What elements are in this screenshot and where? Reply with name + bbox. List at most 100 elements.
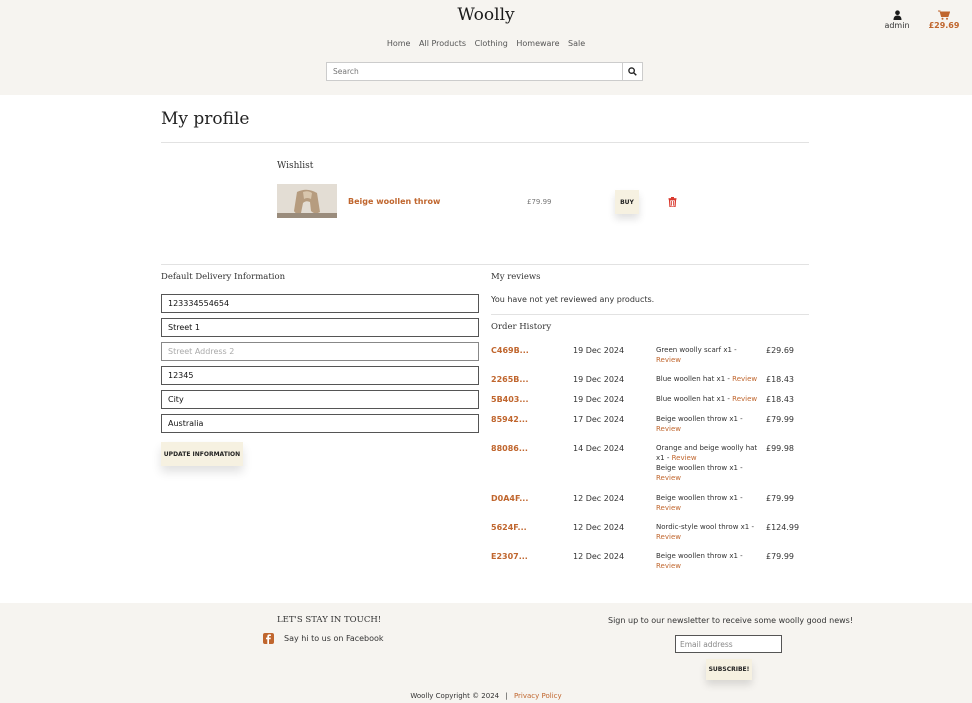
subscribe-button[interactable]: SUBSCRIBE! <box>706 659 752 680</box>
order-item-text: Blue woollen hat x1 - <box>656 375 730 383</box>
site-footer: LET'S STAY IN TOUCH! Say hi to us on Fac… <box>0 603 972 703</box>
order-date: 12 Dec 2024 <box>573 552 625 561</box>
cart-total: £29.69 <box>928 21 960 30</box>
order-items: Beige woollen throw x1 - Review <box>656 414 761 434</box>
divider <box>161 264 809 265</box>
order-number-link[interactable]: E2307... <box>491 552 528 561</box>
account-menu[interactable]: admin <box>878 8 916 30</box>
privacy-policy-link[interactable]: Privacy Policy <box>514 692 562 700</box>
throw-product-image <box>277 184 337 218</box>
search-icon <box>628 67 637 76</box>
order-item-text: Nordic-style wool throw x1 - <box>656 523 754 531</box>
order-date: 17 Dec 2024 <box>573 415 625 424</box>
order-total: £124.99 <box>766 523 800 532</box>
account-label: admin <box>884 21 910 30</box>
divider <box>161 142 809 143</box>
order-number-link[interactable]: C469B... <box>491 346 529 355</box>
cart-icon <box>938 10 950 20</box>
city-field[interactable]: City <box>161 390 479 409</box>
review-link[interactable]: Review <box>672 454 697 462</box>
review-link[interactable]: Review <box>656 474 681 482</box>
order-items: Beige woollen throw x1 - Review <box>656 551 761 571</box>
street-address-1-field[interactable]: Street 1 <box>161 318 479 337</box>
postcode-field[interactable]: 12345 <box>161 366 479 385</box>
wishlist-heading: Wishlist <box>277 161 314 171</box>
order-total: £18.43 <box>766 395 794 404</box>
order-total: £79.99 <box>766 494 794 503</box>
review-link[interactable]: Review <box>656 533 681 541</box>
order-date: 14 Dec 2024 <box>573 444 625 453</box>
wishlist-item-price: £79.99 <box>527 198 552 206</box>
nav-clothing[interactable]: Clothing <box>475 39 508 48</box>
order-total: £29.69 <box>766 346 794 355</box>
review-link[interactable]: Review <box>656 562 681 570</box>
order-total: £79.99 <box>766 415 794 424</box>
wishlist-item-image[interactable] <box>277 184 337 218</box>
order-total: £79.99 <box>766 552 794 561</box>
order-number-link[interactable]: 2265B... <box>491 375 528 384</box>
search-bar <box>326 62 643 81</box>
order-total: £18.43 <box>766 375 794 384</box>
newsletter-email-field[interactable]: Email address <box>675 635 782 653</box>
order-item-text: Beige woollen throw x1 - <box>656 494 743 502</box>
copyright-text: Woolly Copyright © 2024 <box>410 692 500 700</box>
order-item-text: Beige woollen throw x1 - <box>656 415 743 423</box>
order-number-link[interactable]: 88086... <box>491 444 528 453</box>
order-items: Orange and beige woolly hat x1 - Review … <box>656 443 761 483</box>
review-link[interactable]: Review <box>656 425 681 433</box>
order-number-link[interactable]: D0A4F... <box>491 494 528 503</box>
nav-home[interactable]: Home <box>387 39 411 48</box>
update-information-button[interactable]: UPDATE INFORMATION <box>161 442 243 466</box>
country-select[interactable]: Australia <box>161 414 479 433</box>
phone-field[interactable]: 123334554654 <box>161 294 479 313</box>
order-item-text: Beige woollen throw x1 - <box>656 552 743 560</box>
nav-all-products[interactable]: All Products <box>419 39 466 48</box>
review-link[interactable]: Review <box>656 356 681 364</box>
facebook-icon[interactable] <box>263 633 274 644</box>
copyright-separator: | <box>505 692 508 700</box>
order-number-link[interactable]: 5624F... <box>491 523 527 532</box>
site-header: Woolly Home All Products Clothing Homewa… <box>0 0 972 95</box>
user-icon <box>892 10 902 20</box>
facebook-glyph <box>266 634 271 644</box>
stay-in-touch-heading: LET'S STAY IN TOUCH! <box>277 615 382 625</box>
order-items: Beige woollen throw x1 - Review <box>656 493 761 513</box>
order-date: 19 Dec 2024 <box>573 346 625 355</box>
order-items: Nordic-style wool throw x1 - Review <box>656 522 761 542</box>
copyright-line: Woolly Copyright © 2024 | Privacy Policy <box>0 692 972 700</box>
search-button[interactable] <box>623 63 642 80</box>
facebook-link[interactable]: Say hi to us on Facebook <box>284 634 384 643</box>
newsletter-text: Sign up to our newsletter to receive som… <box>608 616 854 625</box>
buy-button[interactable]: BUY <box>615 190 639 214</box>
order-date: 19 Dec 2024 <box>573 375 625 384</box>
main-nav: Home All Products Clothing Homeware Sale <box>0 39 972 48</box>
trash-icon[interactable] <box>668 197 677 207</box>
review-link[interactable]: Review <box>732 395 757 403</box>
wishlist-item-name[interactable]: Beige woollen throw <box>348 197 440 206</box>
search-input[interactable] <box>327 63 623 80</box>
order-date: 12 Dec 2024 <box>573 523 625 532</box>
order-number-link[interactable]: 5B403... <box>491 395 528 404</box>
reviews-heading: My reviews <box>491 272 541 282</box>
cart-link[interactable]: £29.69 <box>926 8 962 30</box>
order-item-text: Beige woollen throw x1 - <box>656 464 743 472</box>
no-reviews-text: You have not yet reviewed any products. <box>491 295 655 304</box>
review-link[interactable]: Review <box>656 504 681 512</box>
divider <box>491 314 809 315</box>
order-number-link[interactable]: 85942... <box>491 415 528 424</box>
order-date: 12 Dec 2024 <box>573 494 625 503</box>
order-total: £99.98 <box>766 444 794 453</box>
order-history-heading: Order History <box>491 322 552 332</box>
order-items: Blue woollen hat x1 - Review <box>656 394 766 404</box>
order-items: Green woolly scarf x1 - Review <box>656 345 761 365</box>
delivery-heading: Default Delivery Information <box>161 272 286 282</box>
review-link[interactable]: Review <box>732 375 757 383</box>
street-address-2-field[interactable]: Street Address 2 <box>161 342 479 361</box>
nav-homeware[interactable]: Homeware <box>516 39 559 48</box>
page-title: My profile <box>161 109 250 129</box>
brand-logo[interactable]: Woolly <box>0 5 972 25</box>
order-date: 19 Dec 2024 <box>573 395 625 404</box>
order-items: Blue woollen hat x1 - Review <box>656 374 766 384</box>
order-item-text: Blue woollen hat x1 - <box>656 395 730 403</box>
nav-sale[interactable]: Sale <box>568 39 585 48</box>
